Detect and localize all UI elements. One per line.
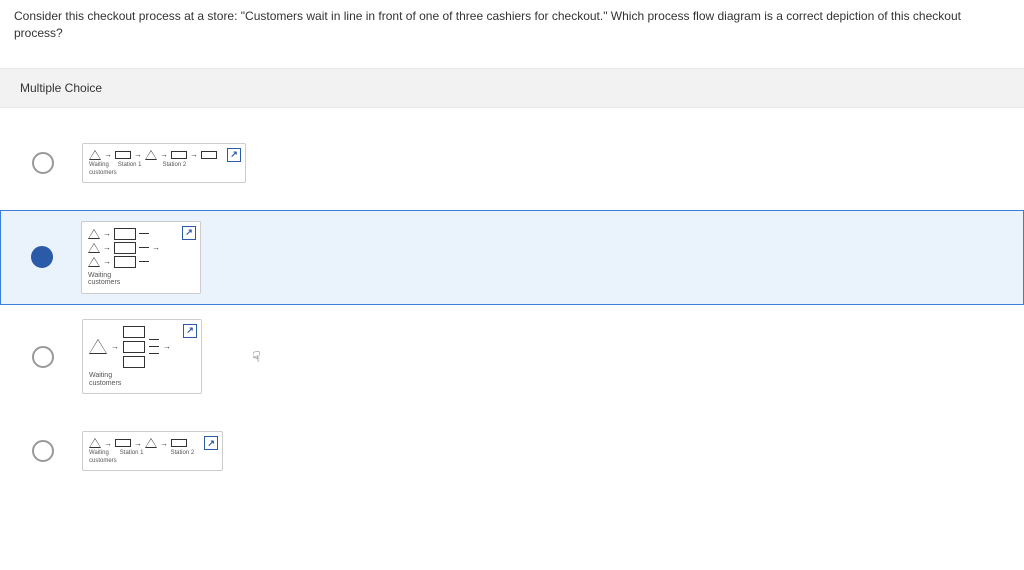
expand-icon[interactable]	[227, 148, 241, 162]
triangle-icon	[88, 229, 100, 239]
radio-a[interactable]	[32, 152, 54, 174]
expand-icon[interactable]	[182, 226, 196, 240]
expand-icon[interactable]	[183, 324, 197, 338]
triangle-icon	[89, 438, 101, 448]
radio-d[interactable]	[32, 440, 54, 462]
triangle-icon	[88, 257, 100, 267]
option-c[interactable]: → → Waiting customers	[0, 307, 1024, 406]
multiple-choice-header: Multiple Choice	[0, 68, 1024, 108]
triangle-icon	[89, 339, 107, 354]
hand-cursor-icon: ☟	[252, 348, 261, 365]
expand-icon[interactable]	[204, 436, 218, 450]
diagram-card-d: → → → Waiting Station 1 Station 2 custom…	[82, 431, 223, 471]
triangle-icon	[88, 243, 100, 253]
diagram-c-caption: Waiting customers	[89, 372, 173, 387]
diagram-b-caption: Waiting customers	[88, 272, 172, 287]
diagram-card-a: → → → → Waiting Station 1 Station 2 cust…	[82, 143, 246, 183]
radio-b[interactable]	[31, 246, 53, 268]
question-text: Consider this checkout process at a stor…	[0, 0, 1024, 50]
radio-c[interactable]	[32, 346, 54, 368]
option-b[interactable]: → → → → Waiting	[0, 210, 1024, 305]
diagram-card-c: → → Waiting customers	[82, 319, 202, 394]
option-a[interactable]: → → → → Waiting Station 1 Station 2 cust…	[0, 118, 1024, 208]
options-container: → → → → Waiting Station 1 Station 2 cust…	[0, 108, 1024, 507]
option-d[interactable]: → → → Waiting Station 1 Station 2 custom…	[0, 406, 1024, 496]
triangle-icon	[145, 150, 157, 160]
triangle-icon	[145, 438, 157, 448]
diagram-card-b: → → → → Waiting	[81, 221, 201, 294]
triangle-icon	[89, 150, 101, 160]
